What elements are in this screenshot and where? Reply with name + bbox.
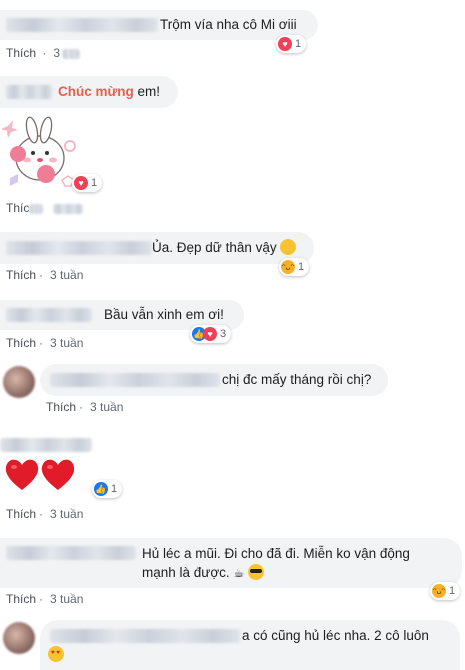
like-link[interactable]: Thíc xyxy=(6,201,29,215)
comment-text: a có cũng hủ léc nha. 2 cô luôn xyxy=(242,628,429,643)
comment-text: Bầu vẫn xinh em ơi! xyxy=(104,307,224,322)
reply-bubble: chị đc mấy tháng rồi chị? xyxy=(40,364,388,396)
heart-emoji-icon xyxy=(40,458,76,497)
like-link[interactable]: Thích xyxy=(6,268,36,282)
commenter-name-blurred[interactable] xyxy=(50,629,240,643)
blurred-text xyxy=(62,48,81,59)
avatar[interactable] xyxy=(3,366,35,398)
heart-emoji-icon xyxy=(4,458,40,497)
bunny-sticker xyxy=(0,116,82,192)
commenter-name-blurred[interactable] xyxy=(6,85,52,99)
timestamp[interactable]: 3 tuần xyxy=(50,592,83,606)
comment-text-tail: em! xyxy=(133,84,161,99)
comment-text: Hủ léc a mũi. Đi cho đã đi. Miễn ko vận … xyxy=(142,546,410,580)
commenter-name-blurred[interactable] xyxy=(6,18,158,32)
comment-text: Chúc mừng em! xyxy=(58,83,160,101)
commenter-name-blurred[interactable] xyxy=(6,308,92,322)
comment-bubble: Hủ léc a mũi. Đi cho đã đi. Miễn ko vận … xyxy=(0,538,462,588)
reaction-summary[interactable]: 👍 1 xyxy=(92,480,123,498)
love-reaction-icon: ♥ xyxy=(203,327,217,341)
blurred-text xyxy=(53,203,84,214)
coffee-emoji-icon: ☕ xyxy=(233,566,245,580)
comment-meta: Thíc xyxy=(6,201,84,215)
reaction-summary[interactable]: ♥ 1 xyxy=(72,174,103,192)
like-link[interactable]: Thích xyxy=(46,400,76,414)
blurred-text xyxy=(29,203,44,214)
timestamp[interactable]: 3 tuần xyxy=(90,400,123,414)
avatar[interactable] xyxy=(3,622,35,654)
comment-meta: Thích · 3 tuần xyxy=(6,268,83,282)
separator: · xyxy=(39,507,44,521)
separator: · xyxy=(79,400,84,414)
comment-bubble: Trộm vía nha cô Mi ơiii xyxy=(0,10,318,40)
like-link[interactable]: Thích xyxy=(6,336,36,350)
comment-text: Trộm vía nha cô Mi ơiii xyxy=(160,17,297,32)
sunglasses-emoji-icon xyxy=(247,564,264,580)
comment-text: chị đc mấy tháng rồi chị? xyxy=(222,372,372,387)
comment-meta: Thích · 3 tuần xyxy=(46,400,123,414)
comment-meta: Thích · 3 tuần xyxy=(6,507,83,521)
like-reaction-icon: 👍 xyxy=(94,482,108,496)
timestamp[interactable]: 3 tuần xyxy=(50,336,83,350)
highlight-text: Chúc mừng xyxy=(58,84,134,99)
reaction-summary[interactable]: ♥ 1 xyxy=(276,35,307,53)
love-reaction-icon: ♥ xyxy=(278,37,292,51)
commenter-name-blurred[interactable] xyxy=(0,436,92,454)
like-link[interactable]: Thích xyxy=(6,507,36,521)
timestamp[interactable]: 3 tuần xyxy=(50,507,83,521)
commenter-name-blurred[interactable] xyxy=(50,373,220,387)
love-reaction-icon: ♥ xyxy=(74,176,88,190)
reaction-summary[interactable]: ᵔᴗᵔ 1 xyxy=(279,258,310,276)
separator: · xyxy=(39,268,44,282)
comment-meta: Thích · 3 tuần xyxy=(6,592,83,606)
comment-bubble: Chúc mừng em! xyxy=(0,76,178,108)
separator: · xyxy=(39,336,44,350)
timestamp[interactable]: 3 tuần xyxy=(50,268,83,282)
haha-reaction-icon: ᵔᴗᵔ xyxy=(281,260,295,274)
reaction-summary[interactable]: ᵔᴗᵔ 1 xyxy=(430,582,461,600)
comment-bubble: Ủa. Đẹp dữ thân vậy xyxy=(0,232,314,264)
like-link[interactable]: Thích xyxy=(6,46,36,60)
comment-text: Ủa. Đẹp dữ thân vậy xyxy=(152,239,297,257)
rolling-eyes-emoji-icon xyxy=(280,239,297,255)
reaction-summary[interactable]: 👍 ♥ 3 xyxy=(190,325,232,343)
separator: · xyxy=(39,592,44,606)
like-link[interactable]: Thích xyxy=(6,592,36,606)
commenter-name-blurred[interactable] xyxy=(6,241,152,255)
commenter-name-blurred[interactable] xyxy=(6,546,136,560)
reply-bubble: a có cũng hủ léc nha. 2 cô luôn ♥ ♥ xyxy=(40,620,460,670)
comment-meta: Thích · 3 tuần xyxy=(6,336,83,350)
comment-meta: Thích · 3 xyxy=(6,46,81,60)
haha-reaction-icon: ᵔᴗᵔ xyxy=(432,584,446,598)
timestamp[interactable]: 3 xyxy=(53,46,60,60)
separator: · xyxy=(42,46,47,60)
heart-eyes-emoji-icon: ♥ ♥ xyxy=(48,646,64,662)
